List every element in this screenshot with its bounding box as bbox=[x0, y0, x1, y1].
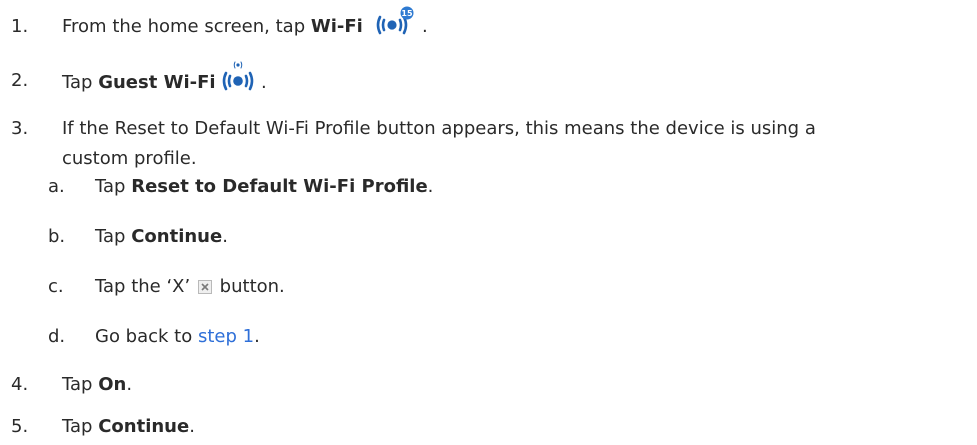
substep-text: Tap Continue. bbox=[95, 226, 228, 247]
step-text: If the Reset to Default Wi-Fi Profile bu… bbox=[62, 118, 816, 169]
substep-letter: a. bbox=[48, 176, 65, 197]
on-label: On bbox=[98, 374, 127, 395]
wifi-label: Wi-Fi bbox=[310, 16, 363, 37]
step-number: 2. bbox=[11, 70, 29, 91]
substep-text: Tap the ‘X’ button. bbox=[95, 276, 285, 297]
wifi-badge-count: 15 bbox=[402, 9, 414, 18]
step-number: 3. bbox=[11, 118, 29, 139]
step-number: 1. bbox=[11, 16, 29, 37]
guest-wifi-label: Guest Wi-Fi bbox=[98, 72, 216, 93]
step-text: From the home screen, tap Wi-Fi 15 . bbox=[62, 6, 969, 42]
substep-text: Go back to step 1. bbox=[95, 326, 260, 347]
step-number: 5. bbox=[11, 416, 29, 437]
guest-wifi-icon bbox=[221, 60, 255, 94]
instructions-page: 1. From the home screen, tap Wi-Fi 15 . bbox=[0, 0, 977, 445]
step-text: Tap Guest Wi-Fi . bbox=[62, 61, 969, 100]
substep-letter: d. bbox=[48, 326, 66, 347]
reset-profile-label: Reset to Default Wi-Fi Profile bbox=[131, 176, 428, 197]
close-x-icon bbox=[197, 280, 212, 294]
substep-text: Tap Reset to Default Wi-Fi Profile. bbox=[95, 176, 434, 197]
step-text: Tap Continue. bbox=[62, 416, 195, 437]
wifi-badge-icon: 15 bbox=[374, 6, 416, 36]
step-number: 4. bbox=[11, 374, 29, 395]
substep-letter: b. bbox=[48, 226, 66, 247]
substep-letter: c. bbox=[48, 276, 64, 297]
continue-label: Continue bbox=[98, 416, 190, 437]
continue-label: Continue bbox=[131, 226, 223, 247]
step-text: Tap On. bbox=[62, 374, 133, 395]
step-1-link[interactable]: step 1 bbox=[198, 326, 254, 347]
